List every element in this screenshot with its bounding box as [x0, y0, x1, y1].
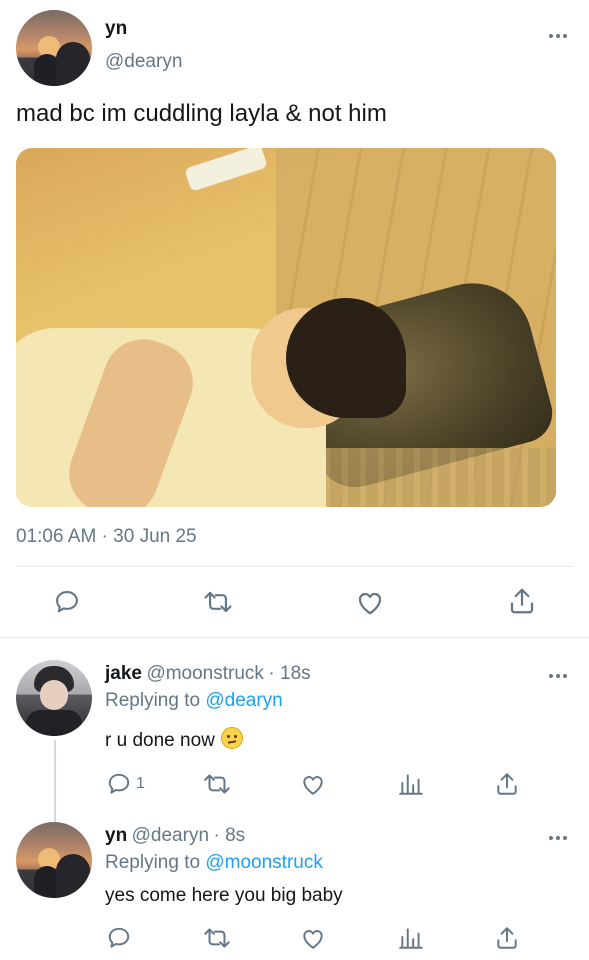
handle[interactable]: @moonstruck — [146, 663, 264, 684]
like-icon[interactable] — [300, 925, 326, 951]
replying-to: Replying to @dearyn — [105, 690, 283, 712]
more-icon[interactable] — [546, 826, 570, 850]
avatar[interactable] — [16, 10, 92, 86]
mention-link[interactable]: @moonstruck — [205, 852, 323, 873]
handle[interactable]: @dearyn — [132, 825, 209, 846]
relative-time[interactable]: · 18s — [268, 663, 310, 684]
reply-text-content: r u done now — [105, 730, 215, 751]
reply-count: 1 — [136, 775, 145, 792]
more-icon[interactable] — [546, 664, 570, 688]
display-name[interactable]: jake — [105, 663, 142, 684]
tweet-text: mad bc im cuddling layla & not him — [16, 100, 387, 127]
display-name[interactable]: yn — [105, 825, 127, 846]
analytics-icon[interactable] — [398, 925, 424, 951]
display-name[interactable]: yn — [105, 18, 127, 40]
relative-time[interactable]: · 8s — [213, 825, 245, 846]
tweet-photo[interactable] — [16, 148, 556, 507]
replying-to-label: Replying to — [105, 852, 201, 873]
avatar[interactable] — [16, 822, 92, 898]
avatar[interactable] — [16, 660, 92, 736]
replying-to-label: Replying to — [105, 690, 201, 711]
reply-header: jake @moonstruck · 18s — [105, 663, 311, 685]
reply-text: yes come here you big baby — [105, 885, 343, 906]
handle[interactable]: @dearyn — [105, 51, 182, 73]
retweet-icon[interactable] — [201, 925, 233, 951]
reply-icon[interactable] — [106, 771, 132, 797]
reply-text: r u done now — [105, 727, 243, 752]
analytics-icon[interactable] — [398, 771, 424, 797]
retweet-icon[interactable] — [201, 771, 233, 797]
divider — [0, 637, 589, 638]
thread-line — [54, 740, 56, 824]
like-icon[interactable] — [300, 771, 326, 797]
share-icon[interactable] — [507, 586, 537, 616]
like-icon[interactable] — [355, 588, 385, 616]
reply-icon[interactable] — [53, 588, 81, 616]
timestamp[interactable]: 01:06 AM · 30 Jun 25 — [16, 526, 197, 548]
confused-emoji-icon — [220, 727, 243, 749]
reply-icon[interactable] — [106, 925, 132, 951]
reply-header: yn @dearyn · 8s — [105, 825, 245, 847]
retweet-icon[interactable] — [201, 588, 235, 616]
replying-to: Replying to @moonstruck — [105, 852, 323, 874]
share-icon[interactable] — [494, 771, 520, 797]
divider — [16, 566, 573, 567]
more-icon[interactable] — [546, 24, 570, 48]
mention-link[interactable]: @dearyn — [205, 690, 282, 711]
share-icon[interactable] — [494, 925, 520, 951]
